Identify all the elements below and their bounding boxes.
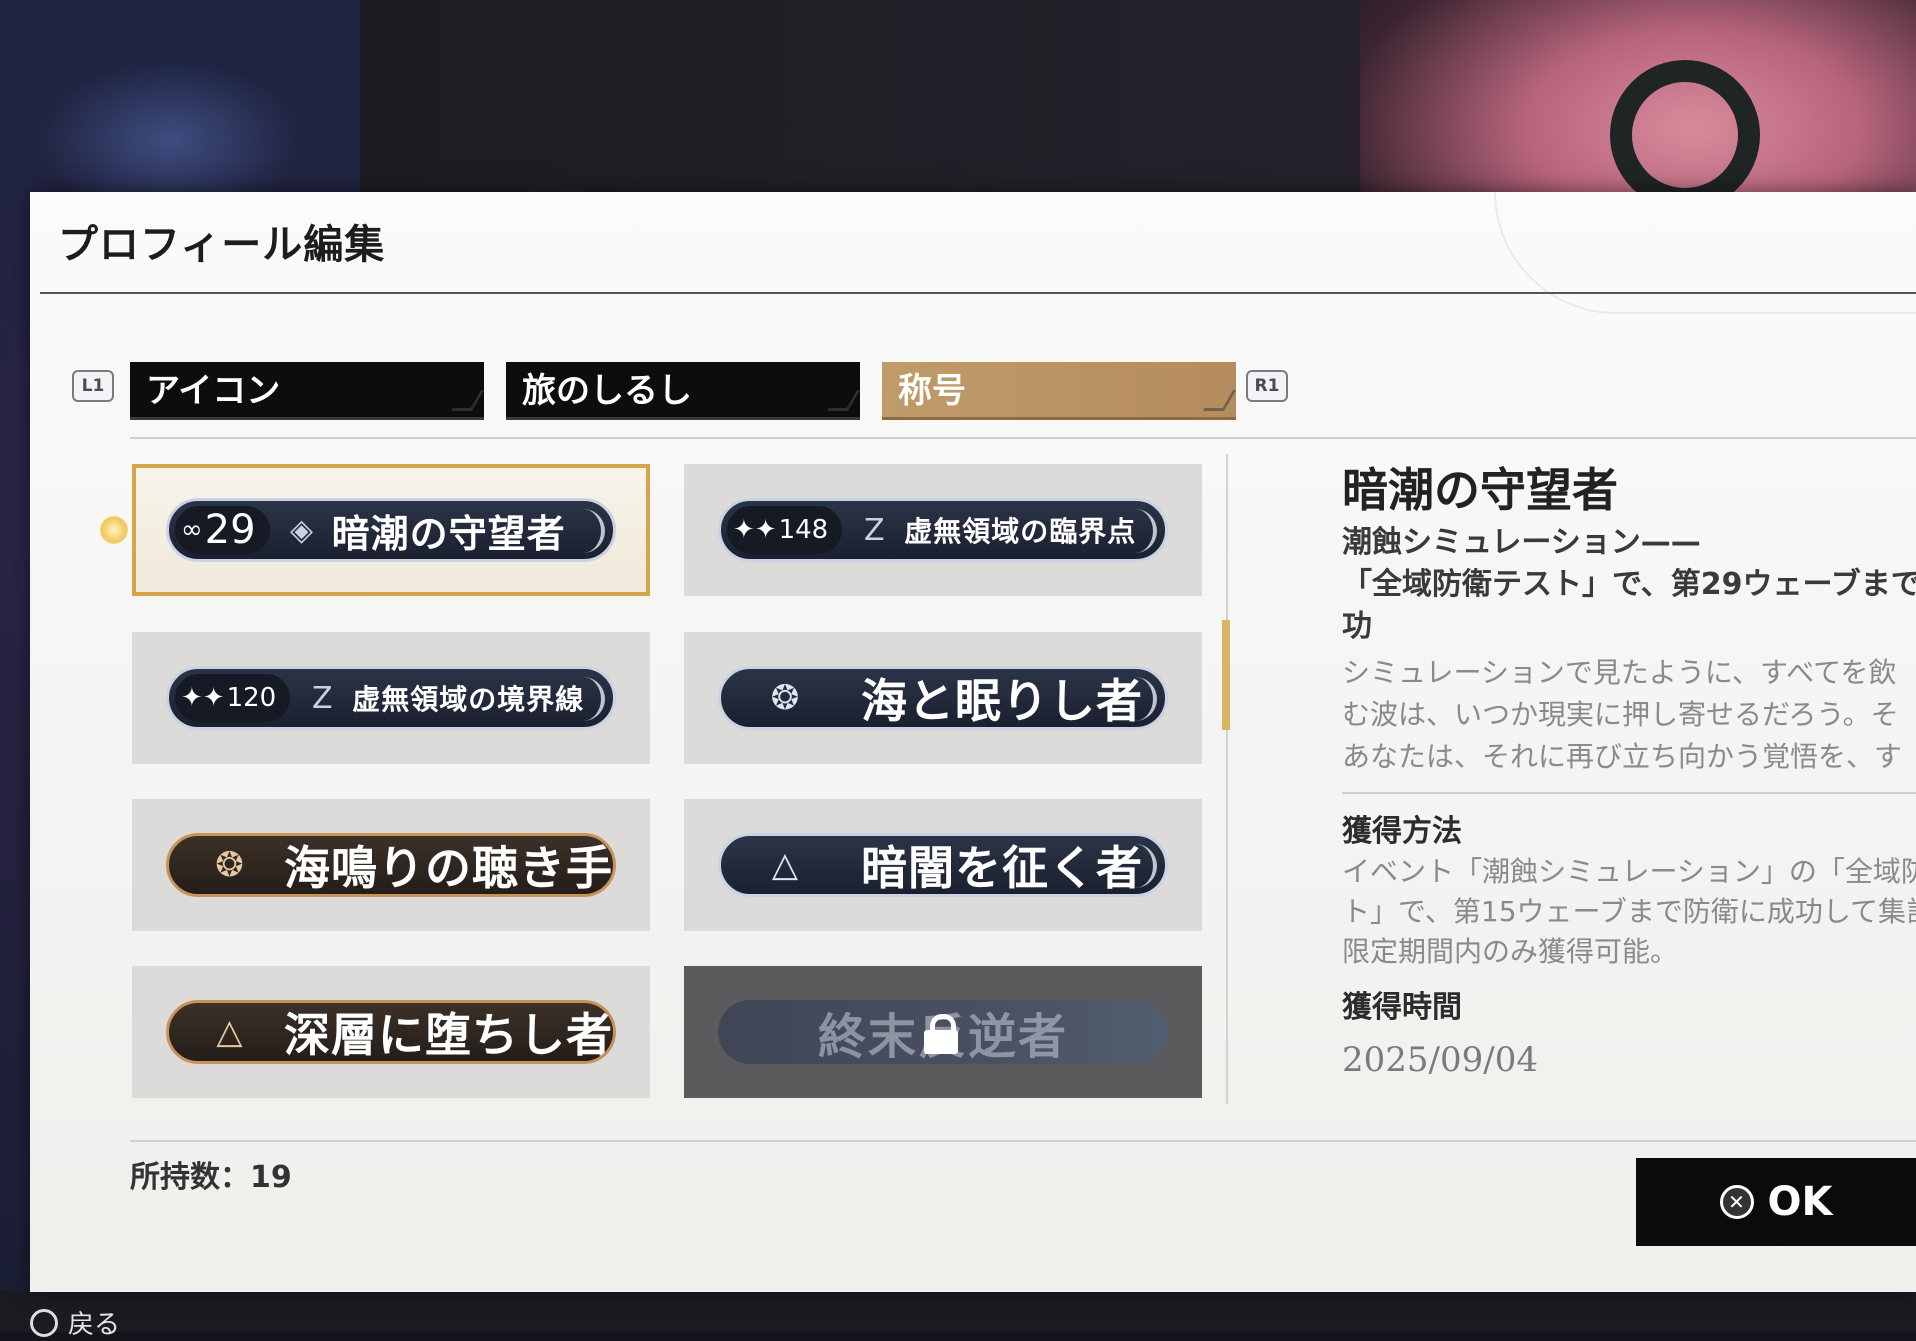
- title-badge: ❂ 海と眠りし者: [718, 666, 1168, 730]
- background-bottom-strip: [0, 1290, 1916, 1332]
- detail-divider: [1342, 792, 1916, 794]
- scrollbar-thumb[interactable]: [1222, 620, 1230, 730]
- title-card[interactable]: ✦✦ 148 Z 虚無領域の臨界点: [684, 464, 1202, 596]
- ok-label: OK: [1767, 1179, 1833, 1225]
- title-card-locked[interactable]: 終末反逆者: [684, 966, 1202, 1098]
- cross-button-icon: ✕: [1719, 1185, 1754, 1219]
- ok-button[interactable]: ✕ OK: [1636, 1158, 1916, 1246]
- detail-condition: 潮蝕シミュレーション—— 「全域防衛テスト」で、第29ウェーブまで防 功: [1342, 522, 1916, 648]
- title-card[interactable]: ∞ 29 ◈ 暗潮の守望者: [132, 464, 650, 596]
- selection-indicator-icon: [100, 516, 128, 544]
- void-emblem-icon: Z: [311, 680, 333, 716]
- title-card[interactable]: △ 暗闇を征く者: [684, 799, 1202, 931]
- counter-value: 29: [204, 507, 256, 553]
- title-name: 暗闇を征く者: [861, 841, 1143, 895]
- detail-flavor-text: シミュレーションで見たように、すべてを飲 む波は、いつか現実に押し寄せるだろう。…: [1342, 652, 1916, 778]
- profile-edit-dialog: プロフィール編集 L1 アイコン 旅のしるし 称号 R1 ∞ 29 ◈ 暗潮の守…: [30, 192, 1916, 1292]
- circle-button-icon: [30, 1308, 58, 1337]
- title-badge: ✦✦ 120 Z 虚無領域の境界線: [166, 666, 616, 730]
- title-name: 虚無領域の臨界点: [904, 515, 1137, 548]
- acquire-date: 2025/09/04: [1342, 1040, 1538, 1080]
- tab-icon[interactable]: アイコン: [130, 362, 485, 420]
- tabs-divider: [130, 437, 1916, 439]
- lock-icon: [924, 1014, 958, 1054]
- decorative-swirl: [1494, 192, 1916, 314]
- back-button[interactable]: 戻る: [30, 1304, 120, 1341]
- title-badge: △ 深層に堕ちし者: [166, 1000, 616, 1064]
- acquire-method-text: イベント「潮蝕シミュレーション」の「全域防衛 ト」で、第15ウェーブまで防衛に成…: [1342, 852, 1916, 972]
- title-badge: ❂ 海鳴りの聴き手: [166, 833, 616, 897]
- acquire-line: 限定期間内のみ獲得可能。: [1342, 935, 1679, 968]
- badge-counter: ✦✦ 148: [727, 506, 843, 554]
- triangle-emblem-icon: △: [216, 1012, 243, 1052]
- tab-label: アイコン: [146, 371, 281, 411]
- flavor-line: シミュレーションで見たように、すべてを飲: [1342, 656, 1897, 689]
- void-emblem-icon: Z: [863, 512, 885, 548]
- tab-label: 旅のしるし: [522, 371, 692, 411]
- back-label: 戻る: [68, 1310, 121, 1340]
- badge-counter: ∞ 29: [175, 506, 270, 554]
- title-name: 暗潮の守望者: [331, 511, 566, 556]
- title-badge: ∞ 29 ◈ 暗潮の守望者: [166, 498, 616, 562]
- acquire-time-heading: 獲得時間: [1342, 990, 1462, 1025]
- detail-title: 暗潮の守望者: [1342, 463, 1618, 517]
- title-divider: [40, 292, 1916, 294]
- background-art-top: [360, 0, 1360, 200]
- wave-emblem-icon: ❂: [770, 678, 800, 718]
- triangle-emblem-icon: △: [771, 845, 799, 885]
- r1-button-hint[interactable]: R1: [1246, 370, 1288, 402]
- acquire-method-heading: 獲得方法: [1342, 814, 1462, 849]
- flavor-line: あなたは、それに再び立ち向かう覚悟を、す: [1342, 740, 1903, 773]
- detail-condition-line: 功: [1342, 609, 1372, 644]
- acquire-line: イベント「潮蝕シミュレーション」の「全域防衛: [1342, 855, 1916, 888]
- title-card[interactable]: ❂ 海と眠りし者: [684, 632, 1202, 764]
- sparkle-icon: ✦✦: [181, 683, 225, 713]
- detail-condition-line: 「全域防衛テスト」で、第29ウェーブまで防: [1342, 567, 1916, 602]
- title-card[interactable]: ✦✦ 120 Z 虚無領域の境界線: [132, 632, 650, 764]
- title-name: 深層に堕ちし者: [284, 1008, 613, 1062]
- wave-emblem-icon: ❂: [215, 845, 244, 885]
- counter-value: 148: [778, 515, 829, 545]
- list-divider: [1226, 454, 1228, 1104]
- tab-label: 称号: [898, 371, 966, 411]
- tab-title[interactable]: 称号: [882, 362, 1237, 420]
- tab-travel-mark[interactable]: 旅のしるし: [506, 362, 861, 420]
- title-name: 虚無領域の境界線: [352, 683, 585, 716]
- l1-button-hint[interactable]: L1: [72, 370, 114, 402]
- diamond-emblem-icon: ◈: [290, 512, 314, 548]
- title-badge: △ 暗闇を征く者: [718, 833, 1168, 897]
- title-card[interactable]: ❂ 海鳴りの聴き手: [132, 799, 650, 931]
- flavor-line: む波は、いつか現実に押し寄せるだろう。そ: [1342, 698, 1899, 731]
- detail-condition-line: 潮蝕シミュレーション——: [1342, 525, 1701, 560]
- dialog-title: プロフィール編集: [58, 222, 386, 268]
- infinity-icon: ∞: [181, 515, 203, 545]
- acquire-line: ト」で、第15ウェーブまで防衛に成功して集計: [1342, 895, 1916, 928]
- title-card[interactable]: △ 深層に堕ちし者: [132, 966, 650, 1098]
- title-name: 海と眠りし者: [861, 674, 1143, 728]
- footer-divider: [130, 1140, 1916, 1142]
- sparkle-icon: ✦✦: [733, 515, 777, 545]
- badge-counter: ✦✦ 120: [175, 674, 291, 722]
- counter-value: 120: [226, 683, 277, 713]
- title-name: 海鳴りの聴き手: [284, 841, 613, 895]
- title-badge: ✦✦ 148 Z 虚無領域の臨界点: [718, 498, 1168, 562]
- owned-count: 所持数：19: [130, 1160, 292, 1195]
